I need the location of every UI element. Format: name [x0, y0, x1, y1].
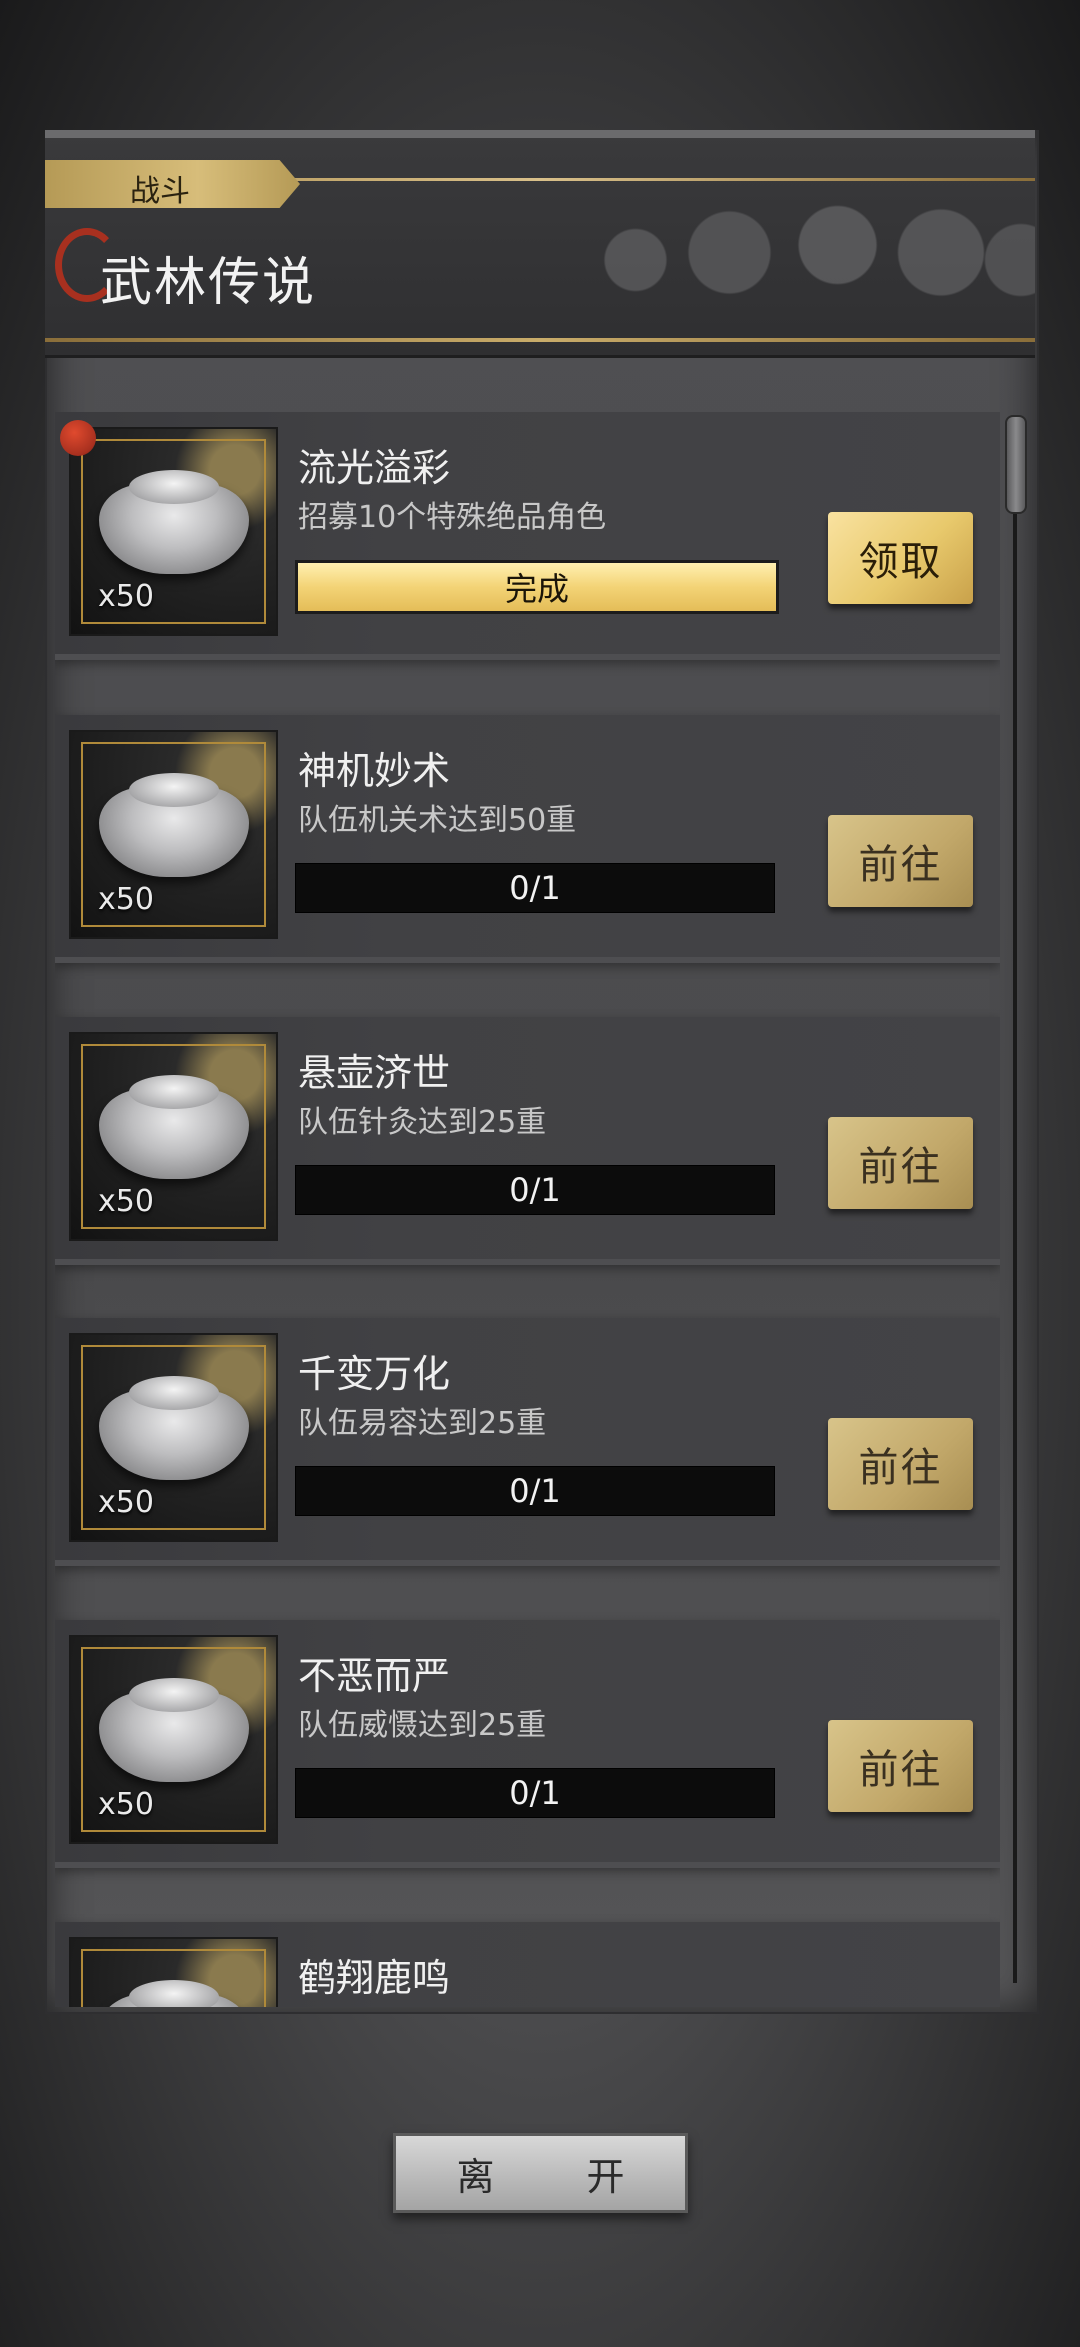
go-button[interactable]: 前往: [828, 1418, 973, 1510]
task-name: 千变万化: [298, 1352, 451, 1396]
reward-item[interactable]: x50: [69, 730, 278, 939]
task-card: x50 不恶而严 队伍威慑达到25重 0/1 前往: [55, 1620, 1000, 1868]
cloud-ornament: [565, 185, 1035, 335]
leave-button[interactable]: 离 开: [393, 2133, 688, 2213]
scrollbar-thumb[interactable]: [1005, 415, 1027, 514]
task-card: x50 流光溢彩 招募10个特殊绝品角色 完成 领取: [55, 412, 1000, 660]
task-progress-bar: 0/1: [295, 863, 775, 913]
task-progress-bar: 0/1: [295, 1466, 775, 1516]
task-description: 队伍机关术达到50重: [298, 803, 577, 838]
reward-quantity: x50: [98, 1787, 154, 1822]
task-description: 队伍易容达到25重: [298, 1406, 547, 1441]
task-name: 神机妙术: [298, 749, 451, 793]
task-card: x50 悬壶济世 队伍针灸达到25重 0/1 前往: [55, 1017, 1000, 1265]
task-description: 队伍针灸达到25重: [298, 1105, 547, 1140]
go-button[interactable]: 前往: [828, 815, 973, 907]
reward-item[interactable]: [69, 1937, 278, 2007]
task-progress-bar: 0/1: [295, 1165, 775, 1215]
task-description: 队伍威慑达到25重: [298, 1708, 547, 1743]
task-progress-bar: 完成: [295, 560, 779, 614]
reward-quantity: x50: [98, 882, 154, 917]
header-gold-line-bottom: [45, 338, 1035, 342]
task-description: 招募10个特殊绝品角色: [298, 500, 607, 535]
tab-battle[interactable]: 战斗: [45, 160, 300, 208]
reward-item[interactable]: x50: [69, 427, 278, 636]
reward-quantity: x50: [98, 579, 154, 614]
task-name: 流光溢彩: [298, 446, 451, 490]
task-list[interactable]: x50 流光溢彩 招募10个特殊绝品角色 完成 领取 x50 神机妙术 队伍机关…: [55, 412, 1000, 2007]
task-name: 鹤翔鹿鸣: [298, 1956, 451, 2000]
go-button[interactable]: 前往: [828, 1117, 973, 1209]
reward-item[interactable]: x50: [69, 1032, 278, 1241]
page-title: 武林传说: [100, 253, 317, 313]
scrollbar-track[interactable]: [1013, 418, 1017, 1983]
tab-battle-label: 战斗: [130, 174, 190, 209]
reward-quantity: x50: [98, 1485, 154, 1520]
reward-item[interactable]: x50: [69, 1635, 278, 1844]
notification-dot-icon: [60, 420, 96, 456]
reward-item[interactable]: x50: [69, 1333, 278, 1542]
claim-button[interactable]: 领取: [828, 512, 973, 604]
reward-quantity: x50: [98, 1184, 154, 1219]
task-card: x50 千变万化 队伍易容达到25重 0/1 前往: [55, 1318, 1000, 1566]
go-button[interactable]: 前往: [828, 1720, 973, 1812]
task-name: 不恶而严: [298, 1654, 451, 1698]
task-progress-bar: 0/1: [295, 1768, 775, 1818]
task-card: 鹤翔鹿鸣: [55, 1922, 1000, 2007]
task-card: x50 神机妙术 队伍机关术达到50重 0/1 前往: [55, 715, 1000, 963]
task-name: 悬壶济世: [298, 1051, 451, 1095]
header-topbar: [45, 130, 1035, 138]
